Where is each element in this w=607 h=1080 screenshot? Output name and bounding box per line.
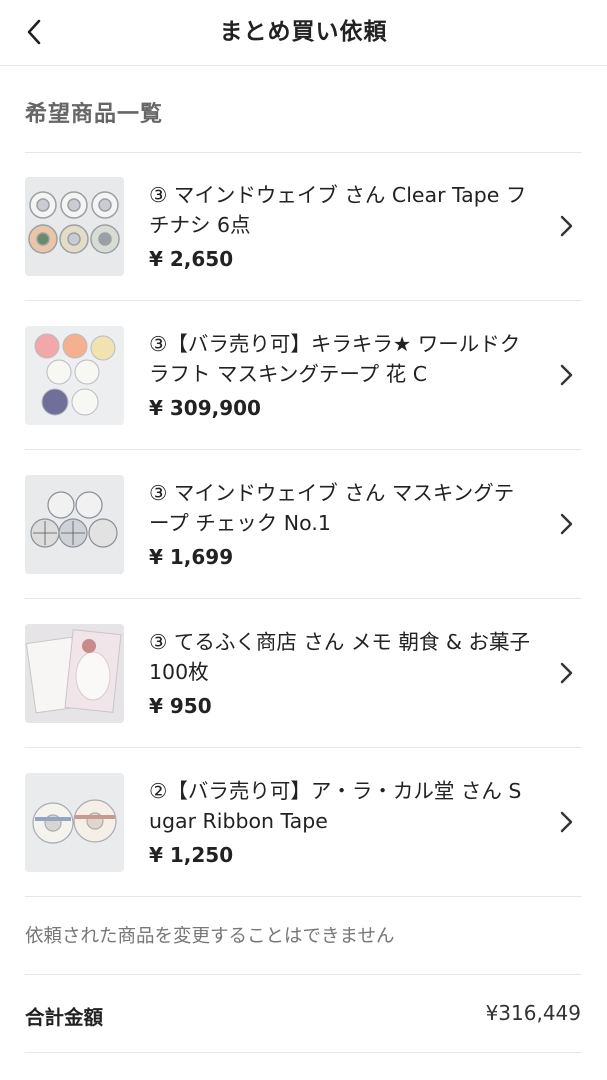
item-price: ¥ 309,900 xyxy=(149,396,261,420)
chevron-right-icon xyxy=(560,364,573,386)
list-item[interactable]: ③ てるふく商店 さん メモ 朝食 & お菓子 100枚 ¥ 950 xyxy=(0,599,607,748)
item-price: ¥ 2,650 xyxy=(149,247,234,271)
header-bar: まとめ買い依頼 xyxy=(0,0,607,66)
chevron-right-icon xyxy=(560,662,573,684)
note-divider xyxy=(25,974,582,975)
item-name: ③ マインドウェイブ さん マスキングテープ チェック No.1 xyxy=(149,481,515,535)
page-title: まとめ買い依頼 xyxy=(219,19,388,45)
item-name: ③ てるふく商店 さん メモ 朝食 & お菓子 100枚 xyxy=(149,630,530,684)
section-title: 希望商品一覧 xyxy=(25,102,164,127)
item-list: ③ マインドウェイブ さん Clear Tape フチナシ 6点 ¥ 2,650 xyxy=(0,152,607,897)
change-notice: 依頼された商品を変更することはできません xyxy=(25,926,395,947)
item-name: ②【バラ売り可】ア・ラ・カル堂 さん Sugar Ribbon Tape xyxy=(149,779,522,833)
total-divider xyxy=(25,1052,582,1053)
chevron-right-icon xyxy=(560,513,573,535)
item-name: ③ マインドウェイブ さん Clear Tape フチナシ 6点 xyxy=(149,183,527,237)
product-thumbnail xyxy=(25,475,124,574)
product-thumbnail xyxy=(25,624,124,723)
total-label: 合計金額 xyxy=(25,1006,104,1029)
product-thumbnail xyxy=(25,773,124,872)
chevron-right-icon xyxy=(560,215,573,237)
item-price: ¥ 1,250 xyxy=(149,843,234,867)
product-thumbnail xyxy=(25,326,124,425)
total-amount: ¥316,449 xyxy=(485,1001,581,1025)
list-item[interactable]: ③ マインドウェイブ さん マスキングテープ チェック No.1 ¥ 1,699 xyxy=(0,450,607,599)
chevron-right-icon xyxy=(560,811,573,833)
item-price: ¥ 1,699 xyxy=(149,545,234,569)
item-name: ③【バラ売り可】キラキラ★ ワールドクラフト マスキングテープ 花 C xyxy=(149,332,521,386)
list-item[interactable]: ③【バラ売り可】キラキラ★ ワールドクラフト マスキングテープ 花 C ¥ 30… xyxy=(0,301,607,450)
list-item[interactable]: ②【バラ売り可】ア・ラ・カル堂 さん Sugar Ribbon Tape ¥ 1… xyxy=(0,748,607,897)
item-divider xyxy=(25,896,582,897)
list-item[interactable]: ③ マインドウェイブ さん Clear Tape フチナシ 6点 ¥ 2,650 xyxy=(0,152,607,301)
product-thumbnail xyxy=(25,177,124,276)
item-price: ¥ 950 xyxy=(149,694,212,718)
